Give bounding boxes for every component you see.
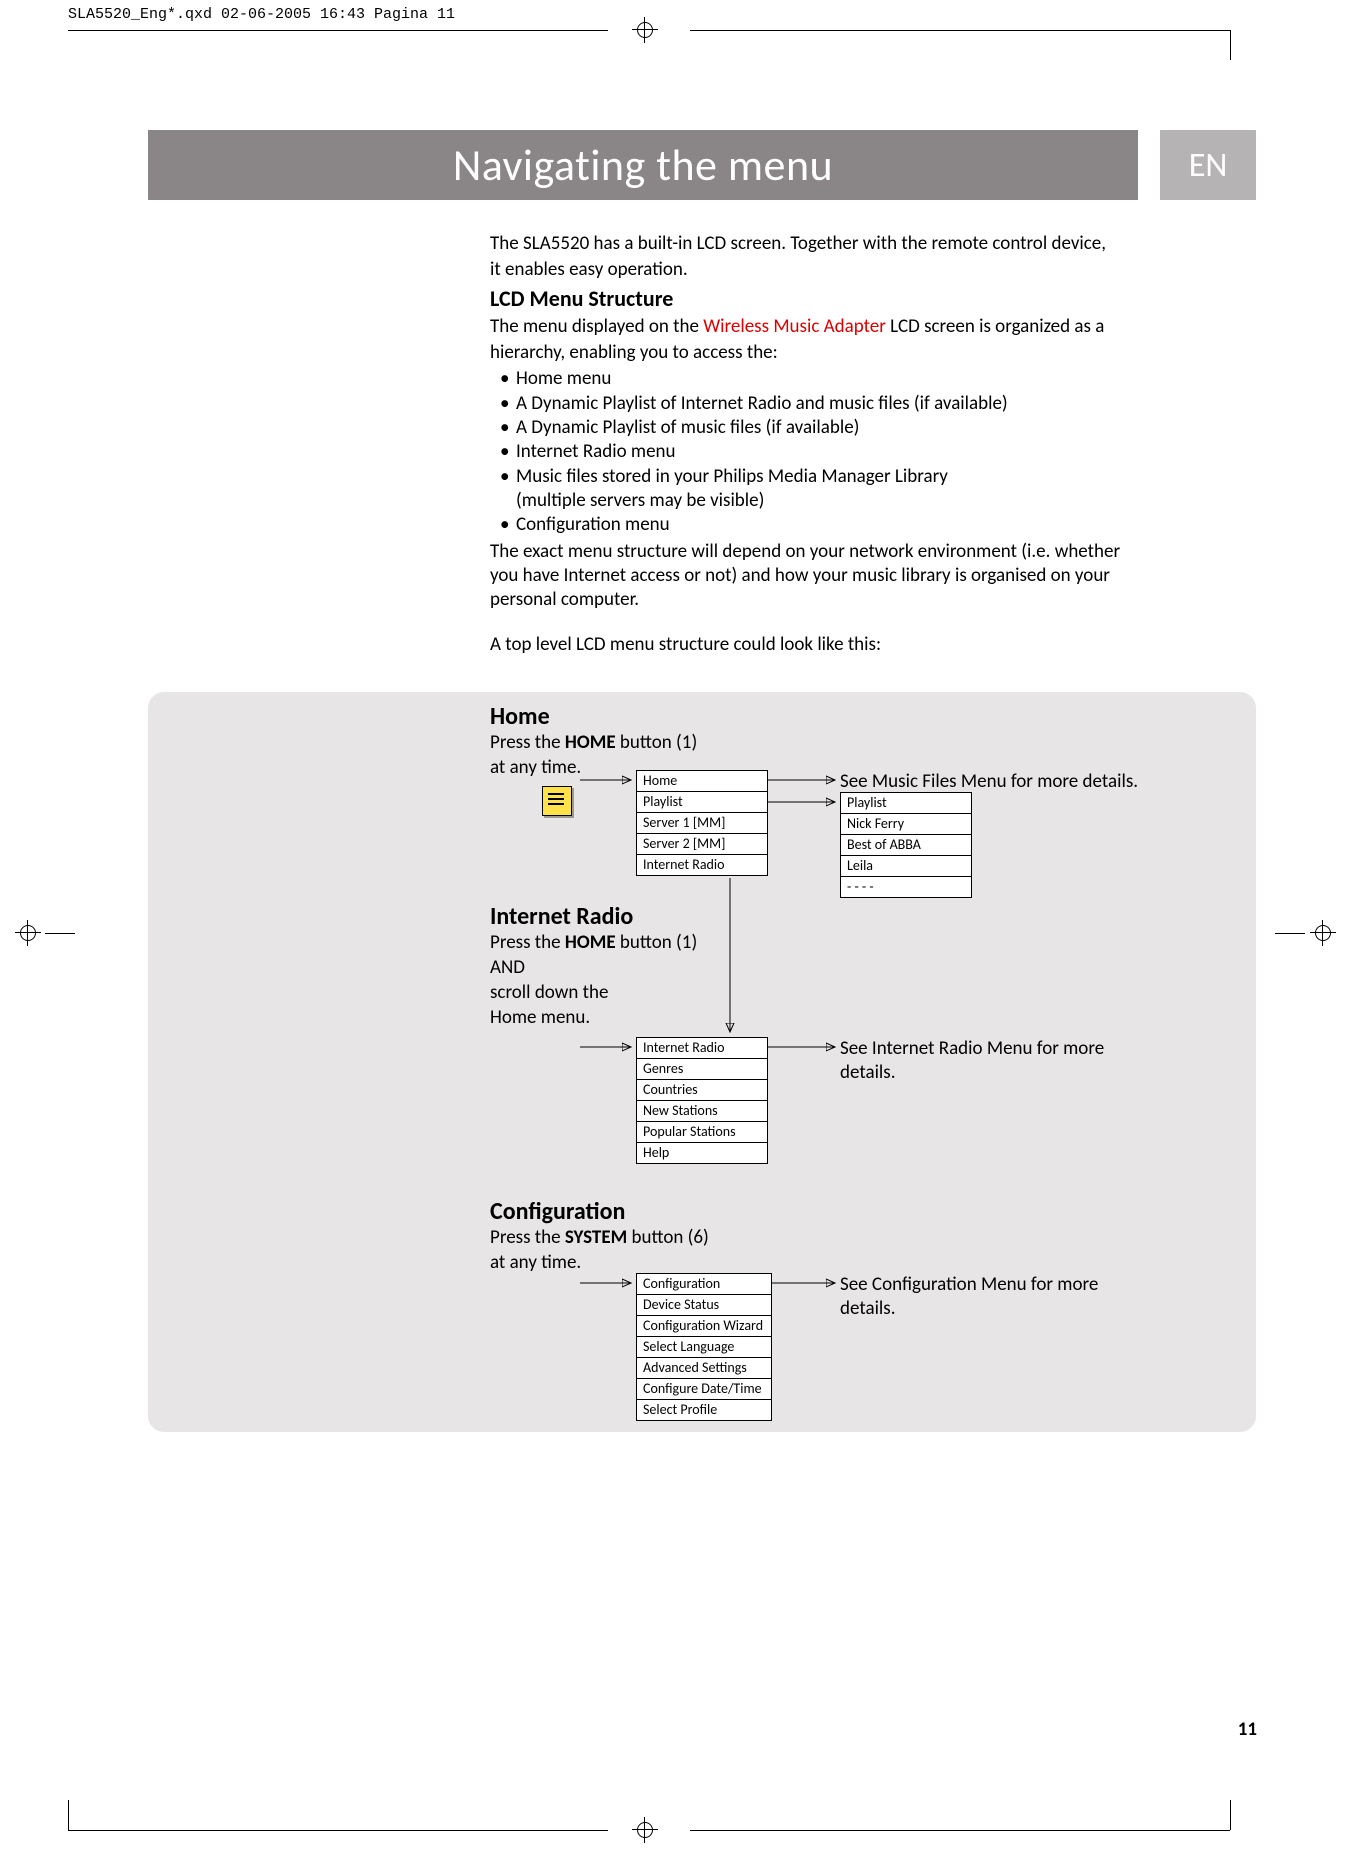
radio-ref-text: See Internet Radio Menu for moredetails. xyxy=(840,1037,1104,1085)
body-text: The SLA5520 has a built-in LCD screen. T… xyxy=(490,232,1150,659)
print-header: SLA5520_Eng*.qxd 02-06-2005 16:43 Pagina… xyxy=(68,6,455,23)
page-number: 11 xyxy=(1238,1718,1257,1741)
playlist-menu-box: Playlist Nick Ferry Best of ABBA Leila -… xyxy=(840,792,972,898)
home-ref-text: See Music Files Menu for more details. xyxy=(840,770,1138,793)
radio-menu-box: Internet Radio Genres Countries New Stat… xyxy=(636,1037,768,1164)
radio-section: Internet Radio Press the HOME button (1)… xyxy=(490,902,790,1031)
bullet-list: Home menu A Dynamic Playlist of Internet… xyxy=(490,367,1150,537)
config-section: Configuration Press the SYSTEM button (6… xyxy=(490,1197,810,1276)
page-title: Navigating the menu xyxy=(453,138,833,192)
home-menu-box: Home Playlist Server 1 [MM] Server 2 [MM… xyxy=(636,770,768,876)
config-ref-text: See Configuration Menu for moredetails. xyxy=(840,1273,1098,1321)
note-icon xyxy=(542,786,572,816)
page-title-bar: Navigating the menu xyxy=(148,130,1138,200)
lcd-structure-heading: LCD Menu Structure xyxy=(490,285,1150,313)
language-badge: EN xyxy=(1160,130,1256,200)
config-menu-box: Configuration Device Status Configuratio… xyxy=(636,1273,772,1421)
